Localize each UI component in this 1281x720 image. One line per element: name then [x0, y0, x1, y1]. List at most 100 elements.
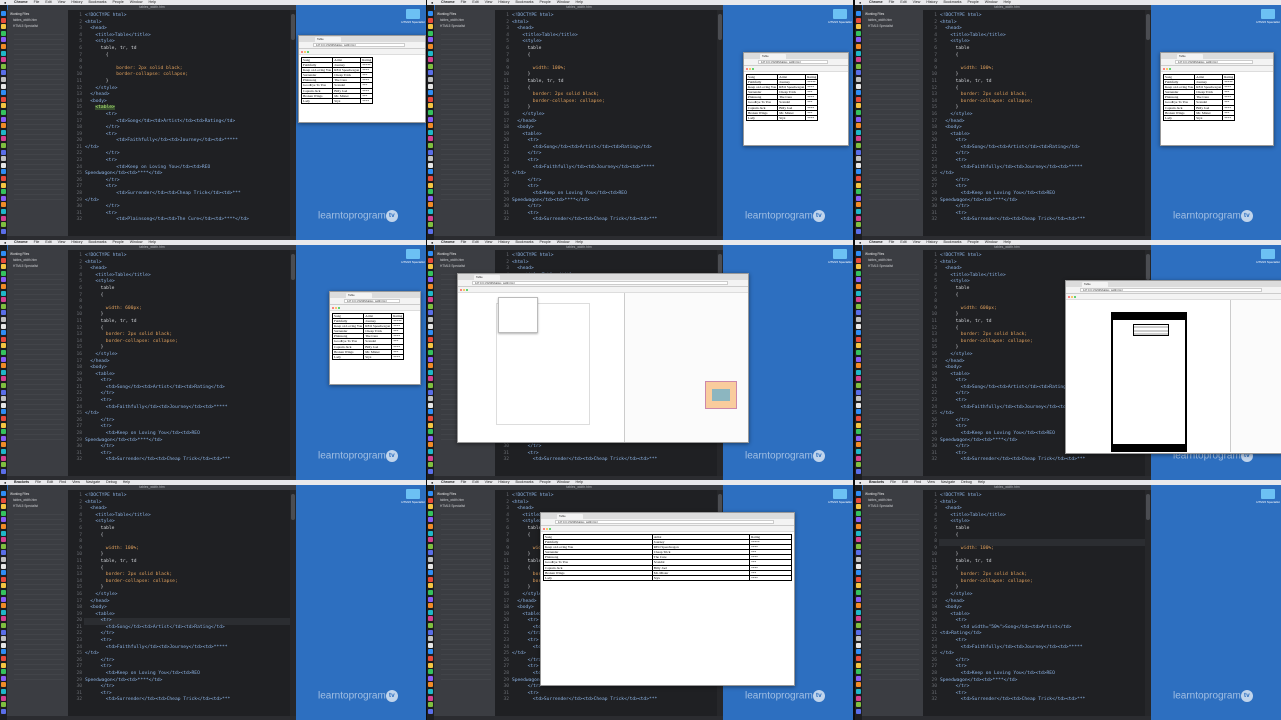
- menu-item[interactable]: View: [921, 480, 935, 484]
- code-line[interactable]: {: [939, 53, 1145, 60]
- dock-app-icon[interactable]: [856, 675, 861, 681]
- dock-app-icon[interactable]: [856, 656, 861, 661]
- code-line[interactable]: table, tr, td: [511, 79, 717, 86]
- dock-app-icon[interactable]: [856, 623, 861, 628]
- dock-app-icon[interactable]: [1, 277, 6, 283]
- code-line[interactable]: }: [939, 585, 1145, 592]
- dock-app-icon[interactable]: [428, 156, 433, 162]
- dock-app-icon[interactable]: [1, 616, 6, 622]
- code-line[interactable]: width: 100%;: [84, 546, 290, 553]
- close-button[interactable]: [460, 289, 462, 291]
- dock-app-icon[interactable]: [428, 257, 433, 263]
- code-line[interactable]: <html>: [84, 260, 290, 267]
- dock-app-icon[interactable]: [856, 642, 861, 648]
- menu-item[interactable]: Debug: [955, 480, 972, 484]
- dock-app-icon[interactable]: [1, 504, 6, 510]
- dock-app-icon[interactable]: [428, 70, 433, 76]
- dock-app-icon[interactable]: [856, 129, 861, 135]
- code-line[interactable]: </tr>: [939, 204, 1145, 211]
- close-button[interactable]: [301, 51, 303, 53]
- menu-item[interactable]: Help: [117, 480, 130, 484]
- dock-app-icon[interactable]: [856, 557, 861, 562]
- code-line[interactable]: Speedwagon</td><td>****</td>: [84, 171, 290, 178]
- code-line[interactable]: }: [511, 105, 717, 112]
- code-line[interactable]: <td>Song</td><td>Artist</td><td>Rating</…: [84, 625, 290, 632]
- code-line[interactable]: <html>: [939, 500, 1145, 507]
- dock-app-icon[interactable]: [1, 30, 6, 36]
- dock-app-icon[interactable]: [1, 416, 6, 421]
- dock-app-icon[interactable]: [856, 228, 861, 234]
- address-bar[interactable]: 127.0.0.1:52345/tables_width.html: [758, 60, 828, 64]
- dock-app-icon[interactable]: [856, 182, 861, 188]
- menu-item[interactable]: Help: [570, 240, 583, 244]
- menu-item[interactable]: Bookmarks: [938, 240, 962, 244]
- dock-app-icon[interactable]: [856, 504, 861, 510]
- dock-app-icon[interactable]: [428, 30, 433, 36]
- dock-app-icon[interactable]: [856, 202, 861, 208]
- menu-item[interactable]: Help: [998, 0, 1011, 4]
- code-line[interactable]: {: [84, 53, 290, 60]
- dock-app-icon[interactable]: [428, 656, 433, 661]
- code-line[interactable]: <td>Faithfully</td><td>Journey</td><td>*…: [511, 165, 717, 172]
- dock-app-icon[interactable]: [428, 369, 433, 375]
- address-bar[interactable]: 127.0.0.1:52345/tables_width.html: [313, 43, 405, 47]
- code-line[interactable]: <tr>: [511, 138, 717, 145]
- code-line[interactable]: }: [84, 552, 290, 559]
- dock-app-icon[interactable]: [1, 323, 6, 329]
- dock-app-icon[interactable]: [1, 695, 6, 701]
- dock-app-icon[interactable]: [428, 83, 433, 89]
- address-bar[interactable]: 127.0.0.1:52345/tables_width.html: [555, 520, 774, 524]
- menu-item[interactable]: Window: [124, 0, 143, 4]
- dock-app-icon[interactable]: [1, 363, 6, 369]
- dock-app-icon[interactable]: [1, 409, 6, 415]
- menu-item[interactable]: Edit: [466, 240, 478, 244]
- dock-app-icon[interactable]: [856, 468, 861, 474]
- code-line[interactable]: </head>: [511, 119, 717, 126]
- dock-app-icon[interactable]: [856, 317, 861, 322]
- dock-app-icon[interactable]: [856, 497, 861, 503]
- dock-app-icon[interactable]: [428, 422, 433, 428]
- dock-app-icon[interactable]: [856, 149, 861, 155]
- code-line[interactable]: <tr>: [939, 618, 1145, 625]
- close-button[interactable]: [543, 528, 545, 530]
- dock-app-icon[interactable]: [856, 264, 861, 270]
- code-line[interactable]: <!DOCTYPE html>: [84, 253, 290, 260]
- code-line[interactable]: <tr>: [511, 158, 717, 165]
- code-line[interactable]: <style>: [84, 39, 290, 46]
- device-dropdown[interactable]: [498, 297, 538, 333]
- dock-app-icon[interactable]: [1, 590, 6, 595]
- dock-app-icon[interactable]: [428, 517, 433, 523]
- code-line[interactable]: <style>: [939, 39, 1145, 46]
- code-line[interactable]: <table>: [84, 612, 290, 619]
- code-line[interactable]: }: [84, 312, 290, 319]
- zoom-button[interactable]: [307, 51, 309, 53]
- code-line[interactable]: <!DOCTYPE html>: [939, 13, 1145, 20]
- menu-item[interactable]: Window: [124, 240, 143, 244]
- dock-app-icon[interactable]: [856, 143, 861, 148]
- dock-app-icon[interactable]: [428, 37, 433, 43]
- menu-item[interactable]: View: [479, 480, 493, 484]
- menu-item[interactable]: View: [907, 0, 921, 4]
- dock-app-icon[interactable]: [1, 563, 6, 569]
- menu-item[interactable]: Window: [979, 0, 998, 4]
- dock-app-icon[interactable]: [1, 116, 6, 122]
- code-line[interactable]: <body>: [939, 605, 1145, 612]
- menu-item[interactable]: Edit: [39, 0, 51, 4]
- code-line[interactable]: </style>: [939, 592, 1145, 599]
- dock-app-icon[interactable]: [1, 202, 6, 208]
- dock-app-icon[interactable]: [428, 270, 433, 276]
- code-line[interactable]: table, tr, td: [84, 319, 290, 326]
- dock-app-icon[interactable]: [1, 44, 6, 49]
- code-line[interactable]: border-collapse: collapse;: [939, 579, 1145, 586]
- code-editor[interactable]: <!DOCTYPE html><html><head><title>Table<…: [84, 490, 290, 720]
- dock-app-icon[interactable]: [1, 284, 6, 289]
- code-line[interactable]: table, tr, td: [84, 46, 290, 53]
- dock-app-icon[interactable]: [428, 209, 433, 214]
- code-line[interactable]: <table>: [939, 132, 1145, 139]
- dock-app-icon[interactable]: [428, 537, 433, 543]
- dock-app-icon[interactable]: [1, 603, 6, 609]
- menu-item[interactable]: File: [455, 0, 467, 4]
- code-line[interactable]: <td>Surrender</td><td>Cheap Trick</td><t…: [84, 697, 290, 704]
- menu-item[interactable]: Window: [979, 240, 998, 244]
- code-line[interactable]: }: [939, 72, 1145, 79]
